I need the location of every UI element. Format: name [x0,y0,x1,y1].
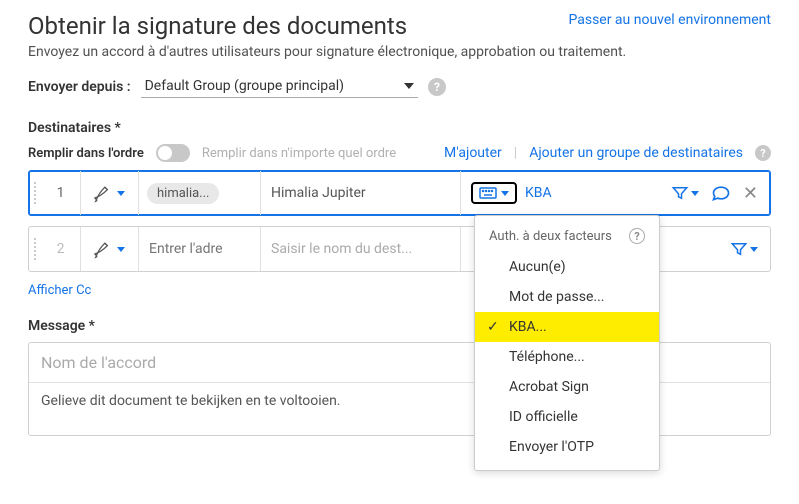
add-recipient-group-link[interactable]: Ajouter un groupe de destinataires [529,145,743,161]
chevron-down-icon [117,191,125,196]
chevron-down-icon [750,247,758,252]
auth-option-password[interactable]: Mot de passe... [475,282,659,312]
send-from-select[interactable]: Default Group (groupe principal) [141,76,418,98]
email-chip[interactable]: himalia... [147,183,219,204]
show-cc-link[interactable]: Afficher Cc [28,283,91,298]
help-icon[interactable]: ? [755,145,771,161]
drag-handle-icon[interactable] [29,182,41,204]
row-number: 2 [41,227,81,271]
env-switch-link[interactable]: Passer au nouvel environnement [568,12,771,28]
page-subtitle: Envoyez un accord à d'autres utilisateur… [28,44,771,60]
email-cell[interactable]: himalia... [139,171,261,215]
filter-button[interactable] [671,184,699,202]
order-label: Remplir dans l'ordre [28,146,144,161]
email-cell[interactable] [139,227,261,271]
help-icon[interactable]: ? [629,228,645,244]
pen-icon [94,183,114,203]
auth-method-button[interactable] [471,182,517,204]
add-me-link[interactable]: M'ajouter [444,145,502,161]
chevron-down-icon [691,191,699,196]
filter-icon [671,184,689,202]
speech-bubble-icon [711,183,731,203]
order-toggle[interactable] [156,144,190,162]
auth-option-acrobat-sign[interactable]: Acrobat Sign [475,372,659,402]
order-alt-label: Remplir dans n'importe quel ordre [202,146,396,161]
dropdown-title: Auth. à deux facteurs [489,229,612,244]
page-title: Obtenir la signature des documents [28,12,407,40]
pen-icon [94,239,114,259]
send-from-label: Envoyer depuis : [28,79,131,95]
role-selector[interactable] [81,171,139,215]
chevron-down-icon [501,191,509,196]
auth-option-phone[interactable]: Téléphone... [475,342,659,372]
remove-recipient-button[interactable]: ✕ [743,183,758,204]
filter-button[interactable] [730,240,758,258]
drag-handle-icon[interactable] [29,238,41,260]
auth-option-none[interactable]: Aucun(e) [475,252,659,282]
chevron-down-icon [117,247,125,252]
email-input[interactable] [139,241,260,257]
row-number: 1 [41,171,81,215]
send-from-value: Default Group (groupe principal) [145,78,344,94]
chevron-down-icon [404,83,414,89]
auth-dropdown: Auth. à deux facteurs ? Aucun(e) Mot de … [474,215,660,471]
recipients-label: Destinataires * [28,120,771,136]
auth-option-otp[interactable]: Envoyer l'OTP [475,432,659,462]
filter-icon [730,240,748,258]
auth-option-kba[interactable]: KBA... [475,312,659,342]
message-button[interactable] [711,183,731,203]
auth-option-official-id[interactable]: ID officielle [475,402,659,432]
recipient-row: 1 himalia... Himalia Jupiter KBA ✕ Auth.… [28,170,771,216]
help-icon[interactable]: ? [428,78,446,96]
name-input[interactable]: Saisir le nom du dest... [261,227,461,271]
name-cell[interactable]: Himalia Jupiter [261,171,461,215]
keyboard-icon [479,187,497,199]
auth-method-label: KBA [525,185,552,201]
role-selector[interactable] [81,227,139,271]
close-icon: ✕ [743,183,758,204]
